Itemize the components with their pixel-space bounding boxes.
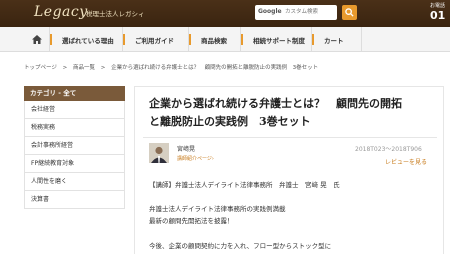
nav-item-reasons[interactable]: 選ばれている理由: [50, 27, 123, 52]
nav-item-marker: [123, 34, 125, 45]
sidebar-item-firm-management[interactable]: 会計事務所経営: [24, 137, 125, 155]
sidebar-item-tax-practice[interactable]: 税務実務: [24, 119, 125, 137]
nav-item-guide[interactable]: ご利用ガイド: [123, 27, 189, 52]
nav-item-marker: [50, 34, 52, 45]
breadcrumb: トップページ > 商品一覧 > 企業から選ばれ続ける弁護士とは？ 顧問先の開拓と…: [24, 63, 322, 71]
nav-item-label: ご利用ガイド: [135, 36, 174, 45]
author-avatar: [149, 143, 169, 163]
nav-home-button[interactable]: [25, 27, 50, 52]
product-title: 企業から選ばれ続ける弁護士とは？ 顧問先の開拓 と離脱防止の実践例 3巻セット: [149, 95, 439, 131]
breadcrumb-separator: >: [100, 65, 106, 71]
sidebar-item-fp-education[interactable]: FP継続教育対象: [24, 155, 125, 173]
sidebar-item-management[interactable]: 会社経営: [24, 101, 125, 119]
author-profile-link[interactable]: 講師紹介ページ›: [177, 155, 214, 162]
sidebar-heading: カテゴリ - 全て: [24, 86, 125, 101]
product-title-line: と離脱防止の実践例 3巻セット: [149, 115, 311, 128]
search-input[interactable]: [285, 6, 335, 18]
search-brand: Google: [258, 8, 282, 15]
review-link[interactable]: レビューを見る: [385, 157, 427, 166]
nav-item-marker: [312, 34, 314, 45]
site-logo[interactable]: Legacy: [34, 4, 88, 20]
home-icon: [32, 35, 42, 44]
product-date: 2018T023～2018T906: [355, 146, 422, 153]
person-photo-icon: [149, 143, 169, 163]
breadcrumb-products-link[interactable]: 商品一覧: [73, 65, 95, 71]
product-title-line: 企業から選ばれ続ける弁護士とは？ 顧問先の開拓: [149, 97, 402, 110]
nav-item-label: カート: [324, 36, 344, 45]
search-box: Google: [255, 5, 337, 20]
divider: [143, 137, 437, 138]
search-button[interactable]: [342, 5, 357, 20]
nav-item-cart[interactable]: カート: [312, 27, 362, 52]
breadcrumb-separator: >: [62, 65, 68, 71]
phone-number: 01: [430, 9, 446, 22]
nav-item-product-search[interactable]: 商品検索: [189, 27, 241, 52]
global-nav: 選ばれている理由 ご利用ガイド 商品検索 相続サポート制度 カート: [0, 27, 450, 52]
site-header: Legacy 税理士法人レガシィ Google お電話 01: [0, 0, 450, 27]
nav-item-label: 相続サポート制度: [253, 36, 305, 45]
nav-item-label: 選ばれている理由: [62, 36, 114, 45]
nav-item-inheritance-support[interactable]: 相続サポート制度: [241, 27, 312, 52]
product-description-line: 弁護士法人デイライト法律事務所の実践例満載: [149, 205, 286, 213]
breadcrumb-home-link[interactable]: トップページ: [24, 65, 57, 71]
nav-item-marker: [241, 34, 243, 45]
lecturer-info: 【講師】弁護士法人デイライト法律事務所 弁護士 宮﨑 晃 氏: [149, 181, 340, 189]
nav-item-label: 商品検索: [201, 36, 227, 45]
phone-label: お電話: [430, 3, 446, 9]
product-panel: 企業から選ばれ続ける弁護士とは？ 顧問先の開拓 と離脱防止の実践例 3巻セット …: [134, 86, 444, 254]
sidebar-item-financial-statements[interactable]: 決算書: [24, 191, 125, 209]
product-description-line: 最新の顧問先開拓法を披露！: [149, 217, 234, 225]
author-name: 宮﨑晃: [177, 146, 196, 153]
sidebar-item-character[interactable]: 人間性を磨く: [24, 173, 125, 191]
search-icon: [345, 8, 354, 17]
breadcrumb-current: 企業から選ばれ続ける弁護士とは？ 顧問先の開拓と離脱防止の実践例 3巻セット: [111, 65, 319, 71]
category-sidebar: カテゴリ - 全て 会社経営 税務実務 会計事務所経営 FP継続教育対象 人間性…: [24, 86, 125, 209]
phone-contact[interactable]: お電話 01: [430, 0, 450, 27]
product-description-line: 今後、企業の顧問契約に力を入れ、フロー型からストック型に: [149, 242, 332, 250]
nav-item-marker: [189, 34, 191, 45]
site-logo-subtitle: 税理士法人レガシィ: [86, 10, 145, 18]
